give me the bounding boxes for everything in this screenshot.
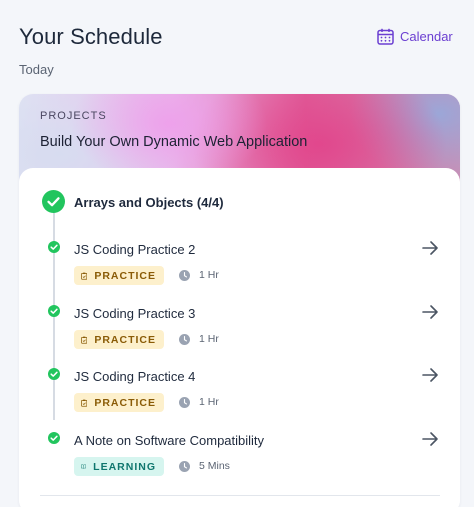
duration-text: 1 Hr bbox=[199, 269, 219, 281]
divider bbox=[40, 495, 440, 496]
clock-icon bbox=[179, 333, 190, 345]
check-icon bbox=[48, 241, 60, 253]
item-title[interactable]: JS Coding Practice 2 bbox=[74, 242, 195, 257]
group-check-icon bbox=[42, 190, 65, 213]
calendar-label: Calendar bbox=[400, 29, 453, 44]
schedule-list: Arrays and Objects (4/4) JS Coding Pract… bbox=[19, 168, 460, 507]
clock-icon bbox=[179, 460, 190, 472]
badge-label: PRACTICE bbox=[94, 396, 156, 409]
project-card: PROJECTS Build Your Own Dynamic Web Appl… bbox=[19, 94, 460, 507]
clock-icon bbox=[179, 269, 190, 281]
calendar-button[interactable]: Calendar bbox=[377, 28, 453, 45]
clock-icon bbox=[179, 396, 190, 408]
duration-text: 1 Hr bbox=[199, 396, 219, 408]
list-item[interactable]: JS Coding Practice 3 PRACTICE 1 Hr bbox=[19, 302, 460, 358]
calendar-icon bbox=[377, 28, 394, 45]
arrow-right-icon[interactable] bbox=[421, 304, 439, 320]
learning-badge: LEARNING bbox=[74, 457, 164, 476]
page-title: Your Schedule bbox=[19, 24, 163, 49]
check-icon bbox=[48, 432, 60, 444]
practice-badge: PRACTICE bbox=[74, 393, 164, 412]
clipboard-icon bbox=[81, 336, 88, 344]
clipboard-icon bbox=[81, 399, 88, 407]
project-category: PROJECTS bbox=[40, 110, 107, 122]
schedule-header: Your Schedule Today Calendar bbox=[0, 0, 474, 90]
item-title[interactable]: JS Coding Practice 4 bbox=[74, 369, 195, 384]
date-subtitle: Today bbox=[19, 62, 54, 77]
list-item[interactable]: JS Coding Practice 2 PRACTICE 1 Hr bbox=[19, 238, 460, 294]
book-icon bbox=[81, 464, 87, 469]
duration-text: 1 Hr bbox=[199, 333, 219, 345]
duration: 1 Hr bbox=[179, 333, 219, 345]
list-item[interactable]: JS Coding Practice 4 PRACTICE 1 Hr bbox=[19, 365, 460, 421]
duration: 1 Hr bbox=[179, 396, 219, 408]
arrow-right-icon[interactable] bbox=[421, 240, 439, 256]
check-icon bbox=[48, 368, 60, 380]
check-icon bbox=[48, 305, 60, 317]
project-title[interactable]: Build Your Own Dynamic Web Application bbox=[40, 134, 307, 150]
practice-badge: PRACTICE bbox=[74, 266, 164, 285]
arrow-right-icon[interactable] bbox=[421, 431, 439, 447]
badge-label: PRACTICE bbox=[94, 269, 156, 282]
list-item[interactable]: A Note on Software Compatibility LEARNIN… bbox=[19, 429, 460, 485]
duration-text: 5 Mins bbox=[199, 460, 230, 472]
item-title[interactable]: JS Coding Practice 3 bbox=[74, 306, 195, 321]
badge-label: PRACTICE bbox=[94, 333, 156, 346]
duration: 1 Hr bbox=[179, 269, 219, 281]
clipboard-icon bbox=[81, 272, 88, 280]
arrow-right-icon[interactable] bbox=[421, 367, 439, 383]
item-title[interactable]: A Note on Software Compatibility bbox=[74, 433, 264, 448]
duration: 5 Mins bbox=[179, 460, 230, 472]
practice-badge: PRACTICE bbox=[74, 330, 164, 349]
group-title[interactable]: Arrays and Objects (4/4) bbox=[74, 195, 224, 210]
badge-label: LEARNING bbox=[93, 460, 156, 473]
